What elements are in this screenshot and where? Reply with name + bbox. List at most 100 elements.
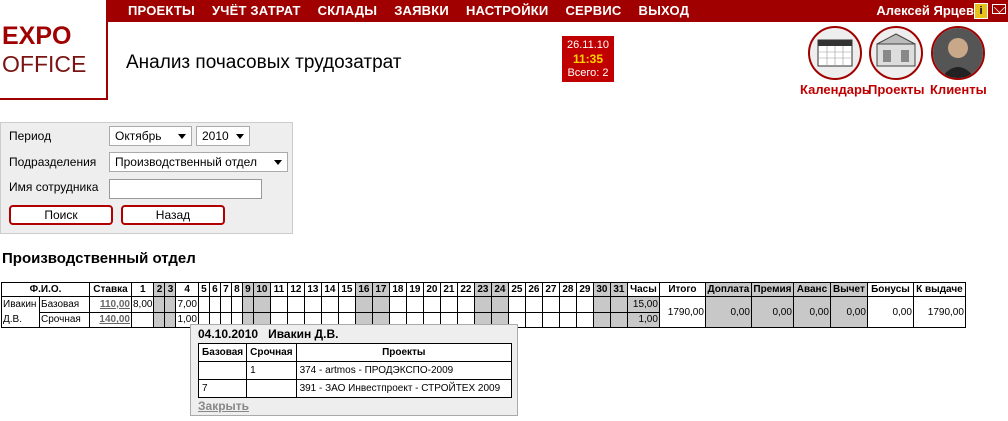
day-cell[interactable] [208, 296, 221, 313]
day-cell[interactable] [388, 296, 407, 313]
day-cell[interactable] [541, 311, 560, 328]
col-rate: Ставка [89, 282, 132, 297]
day-cell[interactable] [269, 296, 288, 313]
rate-value[interactable]: 110,00 [89, 296, 132, 313]
day-cell[interactable] [422, 296, 441, 313]
search-button[interactable]: Поиск [9, 205, 113, 225]
day-cell[interactable] [524, 311, 543, 328]
col-day: 25 [507, 282, 526, 297]
menu-item-warehouses[interactable]: СКЛАДЫ [318, 3, 378, 18]
table-row: 1 374 - artmos - ПРОДЭКСПО-2009 [197, 361, 513, 380]
month-select[interactable]: Октябрь [109, 126, 192, 146]
day-cell[interactable] [524, 296, 543, 313]
shortcut-clients[interactable]: Клиенты [930, 26, 987, 97]
col-day: 18 [388, 282, 407, 297]
day-cell[interactable] [439, 296, 458, 313]
division-select[interactable]: Производственный отдел [109, 152, 288, 172]
day-cell[interactable] [241, 296, 254, 313]
back-button[interactable]: Назад [121, 205, 225, 225]
day-cell[interactable] [371, 296, 390, 313]
day-cell[interactable] [130, 311, 155, 328]
day-cell[interactable] [592, 311, 611, 328]
popup-urgent: 1 [246, 361, 297, 380]
col-day: 10 [252, 282, 271, 297]
day-cell[interactable] [609, 311, 628, 328]
day-cell[interactable] [153, 311, 166, 328]
col-day: 23 [473, 282, 492, 297]
payout-value: 1790,00 [912, 296, 966, 328]
projects-icon [869, 26, 924, 80]
department-title: Производственный отдел [2, 250, 196, 267]
day-cell[interactable]: 7,00 [175, 296, 199, 313]
shortcut-calendar[interactable]: Календарь [800, 26, 870, 97]
rate-link[interactable]: 110,00 [100, 299, 130, 310]
popup-urgent [246, 379, 297, 398]
shortcut-projects[interactable]: Проекты [868, 26, 924, 97]
rate-value[interactable]: 140,00 [89, 311, 132, 328]
day-cell[interactable] [164, 296, 177, 313]
col-day: 7 [219, 282, 232, 297]
current-time: 11:35 [572, 52, 604, 66]
day-cell[interactable] [286, 296, 305, 313]
day-cell[interactable] [507, 296, 526, 313]
employee-name[interactable]: Ивакин Д.В. [1, 296, 40, 328]
col-day: 6 [208, 282, 221, 297]
logo[interactable]: EXPO OFFICE [0, 0, 108, 100]
close-link[interactable]: Закрыть [198, 399, 249, 413]
hours-value: 15,00 [626, 296, 660, 313]
day-cell[interactable] [609, 296, 628, 313]
day-cell[interactable] [252, 296, 271, 313]
popup-col-projects: Проекты [295, 343, 513, 362]
filter-form: Период Октябрь 2010 Подразделения Произв… [0, 122, 293, 234]
day-cell[interactable] [490, 296, 509, 313]
col-day: 15 [337, 282, 356, 297]
menu-item-logout[interactable]: ВЫХОД [639, 3, 690, 18]
day-cell[interactable] [473, 296, 492, 313]
total-value: 1790,00 [658, 296, 706, 328]
menu-item-cost-accounting[interactable]: УЧЁТ ЗАТРАТ [212, 3, 301, 18]
col-day: 28 [558, 282, 577, 297]
day-cell[interactable] [219, 296, 232, 313]
day-cell[interactable] [153, 296, 166, 313]
menu-item-service[interactable]: СЕРВИС [565, 3, 621, 18]
day-cell[interactable] [354, 296, 373, 313]
year-select[interactable]: 2010 [196, 126, 250, 146]
info-icon[interactable]: i [974, 3, 988, 19]
day-cell[interactable] [558, 311, 577, 328]
col-fio: Ф.И.О. [1, 282, 90, 297]
day-cell[interactable] [541, 296, 560, 313]
col-bonuses: Бонусы [866, 282, 914, 297]
menu-item-requests[interactable]: ЗАЯВКИ [394, 3, 449, 18]
employee-name-input[interactable] [109, 179, 262, 199]
day-cell[interactable] [197, 296, 210, 313]
day-cell[interactable] [456, 296, 475, 313]
rate-link[interactable]: 140,00 [99, 314, 130, 325]
main-menu: ПРОЕКТЫ УЧЁТ ЗАТРАТ СКЛАДЫ ЗАЯВКИ НАСТРО… [128, 3, 706, 18]
table-header-row: Ф.И.О. Ставка 1 2 3 4 5 6 7 8 9 10 11 12 13 14 15 16 17 1… [1, 282, 966, 297]
month-select-value: Октябрь [115, 129, 162, 143]
day-cell[interactable] [337, 296, 356, 313]
chevron-down-icon [274, 160, 282, 165]
col-day: 27 [541, 282, 560, 297]
popup-col-urgent: Срочная [246, 343, 297, 362]
day-cell[interactable] [575, 311, 594, 328]
day-cell[interactable]: 8,00 [130, 296, 155, 313]
day-cell[interactable] [164, 311, 177, 328]
day-cell[interactable] [558, 296, 577, 313]
day-cell[interactable] [405, 296, 424, 313]
col-day: 4 [175, 282, 199, 297]
menu-item-settings[interactable]: НАСТРОЙКИ [466, 3, 549, 18]
division-label: Подразделения [9, 155, 97, 169]
hours-value: 1,00 [626, 311, 660, 328]
day-cell[interactable] [575, 296, 594, 313]
user-name[interactable]: Алексей Ярцев [876, 3, 974, 18]
menu-item-projects[interactable]: ПРОЕКТЫ [128, 3, 195, 18]
bonus-prem-value: 0,00 [750, 296, 794, 328]
day-cell[interactable] [303, 296, 322, 313]
date-time-widget[interactable]: 26.11.10 11:35 Всего: 2 [562, 36, 614, 82]
page-title: Анализ почасовых трудозатрат [126, 52, 402, 73]
day-cell[interactable] [320, 296, 339, 313]
mail-icon[interactable] [992, 4, 1006, 14]
day-cell[interactable] [230, 296, 243, 313]
day-cell[interactable] [592, 296, 611, 313]
